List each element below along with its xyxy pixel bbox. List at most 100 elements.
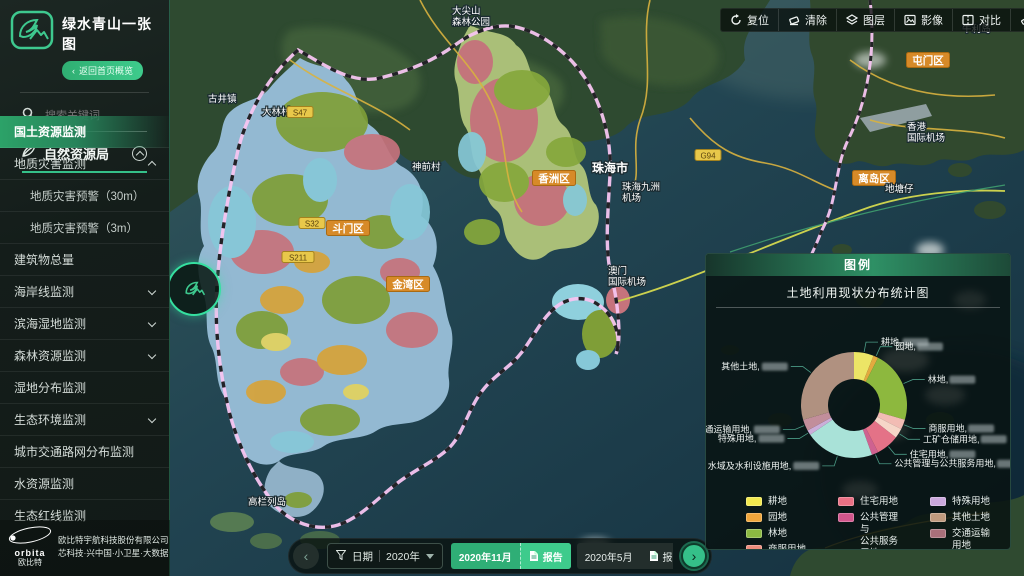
callout-line [900,434,920,439]
map-label-text: G94 [700,152,716,161]
masked-value [758,434,784,442]
callout-label: 其他土地, [721,361,760,372]
chevron-down-icon [148,318,156,326]
timeline-next-button[interactable]: › [681,543,707,569]
legend-swatch [838,513,854,522]
divider [379,550,380,562]
legend-label: 公共管理与公共服务用地 [860,512,904,550]
callout-line [864,342,878,352]
masked-value [793,462,819,470]
callout-line [791,367,811,373]
sidebar-item[interactable]: 地质灾害预警（3m） [0,212,169,244]
date-chip-list: 2020年11月报告2020年5月报告2019年12月报告2019年 [451,542,673,570]
sidebar-item-label: 城市交通路网分布监测 [14,443,155,460]
date-filter[interactable]: 日期 2020年 [327,543,443,569]
orbita-logo: orbita 欧比特 [8,526,52,568]
callout-label: 水域及水利设施用地, [708,460,792,471]
reset-icon [730,14,742,26]
sidebar-item-label: 国土资源监测 [14,123,155,140]
callout-line [888,447,906,455]
chip-date: 2020年5月 [577,549,641,564]
masked-value [949,450,975,458]
callout-line [822,456,837,466]
map-label-text: S32 [305,220,320,229]
callout-label: 商服用地, [929,423,968,434]
legend-label: 交通运输用地 [952,528,996,550]
timeline-prev-button[interactable]: ‹ [293,543,319,569]
sidebar-item-label: 水资源监测 [14,475,155,492]
tool-label: 复位 [747,12,769,28]
chevron-down-icon [426,554,434,559]
callout-line [875,455,891,464]
callout-label: 工矿仓储用地, [923,433,980,444]
masked-value [968,425,994,433]
sidebar-item-label: 地质灾害监测 [14,155,149,172]
legend-label: 住宅用地 [860,496,898,508]
callout-line [904,425,925,429]
divider [20,92,149,93]
map-label-text: S47 [293,109,308,118]
legend-item: 园地 [746,512,812,524]
sidebar-item-label: 地质灾害预警（30m） [30,188,155,204]
date-chip[interactable]: 2020年11月报告 [451,543,571,569]
app-logo-icon [10,10,54,50]
clear-icon [788,14,800,26]
layers-icon [846,14,858,26]
legend-label: 其他土地 [952,512,990,524]
document-icon [649,550,659,562]
sidebar-item[interactable]: 湿地分布监测 [0,372,169,404]
sidebar-item[interactable]: 国土资源监测 [0,116,169,148]
sidebar-item[interactable]: 滨海湿地监测 [0,308,169,340]
sidebar-item[interactable]: 建筑物总量 [0,244,169,276]
sidebar-item[interactable]: 森林资源监测 [0,340,169,372]
place-label: 地塘仔 [885,183,914,195]
date-chip[interactable]: 2020年5月报告 [577,543,673,569]
legend-item: 耕地 [746,496,812,508]
sidebar-item[interactable]: 水资源监测 [0,468,169,500]
place-label: 古井镇 [208,93,237,105]
legend-swatch [746,545,762,550]
imagery-icon [904,14,916,26]
sidebar-menu: 国土资源监测地质灾害监测地质灾害预警（30m） 地质灾害预警（3m） 建筑物总量海岸… [0,116,169,530]
tool-reset-button[interactable]: 复位 [721,9,778,31]
legend-header: 图例 [706,254,1010,276]
tool-clear-button[interactable]: 清除 [778,9,836,31]
chart-title: 土地利用现状分布统计图 [706,284,1010,301]
sidebar-item[interactable]: 生态环境监测 [0,404,169,436]
chevron-left-icon: ‹ [72,66,75,76]
tool-label: 图层 [863,12,885,28]
legend-swatch [838,497,854,506]
legend-swatch [930,529,946,538]
legend-label: 林地 [768,528,787,540]
tool-layers-button[interactable]: 图层 [836,9,894,31]
sidebar-item-label: 海岸线监测 [14,283,149,300]
tool-compare-button[interactable]: 对比 [952,9,1010,31]
sidebar-item-label: 森林资源监测 [14,347,149,364]
back-home-button[interactable]: ‹ 返回首页概览 [62,61,143,80]
legend-panel: 图例 土地利用现状分布统计图 耕地,园地,林地,商服用地,工矿仓储用地,住宅用地… [705,253,1011,550]
callout-label: 林地, [928,374,949,385]
callout-label: 住宅用地, [910,448,949,459]
callout-label: 交通运输用地, [706,423,752,434]
report-button[interactable]: 报告 [520,543,571,569]
legend-label: 园地 [768,512,787,524]
sidebar-item[interactable]: 海岸线监测 [0,276,169,308]
sidebar-footer: orbita 欧比特 欧比特宇航科技股份有限公司 芯科技·兴中国·小卫星·大数据 [0,520,170,576]
map-logo-button[interactable] [167,262,221,316]
map-label-text: 屯门区 [912,54,944,67]
sidebar-item-label: 地质灾害预警（3m） [30,220,155,236]
sidebar-item[interactable]: 地质灾害预警（30m） [0,180,169,212]
report-button[interactable]: 报告 [641,543,674,569]
chevron-down-icon [148,350,156,358]
sidebar-item[interactable]: 城市交通路网分布监测 [0,436,169,468]
document-icon [529,550,539,562]
chevron-up-icon [148,161,156,169]
masked-value [949,376,975,384]
sidebar-item[interactable]: 地质灾害监测 [0,148,169,180]
landuse-donut-chart: 耕地,园地,林地,商服用地,工矿仓储用地,住宅用地,公共管理与公共服务用地,水域… [706,308,1011,494]
tool-label: 对比 [979,12,1001,28]
callout-line [904,380,925,384]
tool-measure-button[interactable]: 测量 [1010,9,1024,31]
donut-slice[interactable] [801,352,854,420]
tool-imagery-button[interactable]: 影像 [894,9,952,31]
